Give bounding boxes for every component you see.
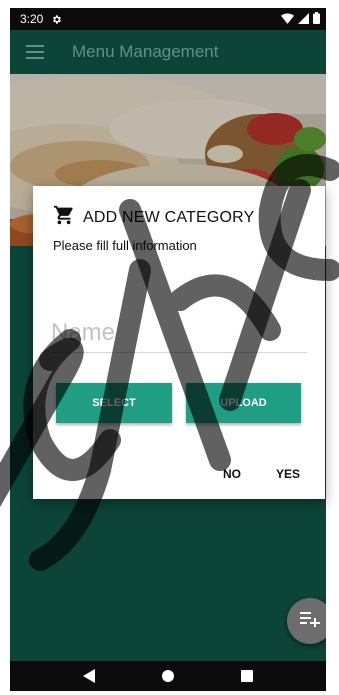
status-icons <box>281 12 320 27</box>
dialog-header: ADD NEW CATEGORY <box>53 204 255 231</box>
gear-icon <box>51 14 62 25</box>
dialog-subtitle: Please fill full information <box>53 238 197 253</box>
battery-icon <box>313 12 320 27</box>
upload-button[interactable]: UPLOAD <box>186 383 301 423</box>
name-input[interactable] <box>51 314 307 353</box>
status-time: 3:20 <box>20 12 44 26</box>
status-bar: 3:20 <box>10 8 326 30</box>
back-icon[interactable] <box>77 664 101 688</box>
wifi-icon <box>281 12 294 27</box>
add-category-dialog: ADD NEW CATEGORY Please fill full inform… <box>33 186 325 499</box>
system-nav-bar <box>10 661 326 691</box>
playlist-add-icon <box>300 611 320 632</box>
signal-icon <box>298 12 309 27</box>
yes-button[interactable]: YES <box>276 467 300 481</box>
cart-icon <box>53 204 75 231</box>
add-category-fab[interactable] <box>287 598 326 644</box>
no-button[interactable]: NO <box>223 467 241 481</box>
recents-icon[interactable] <box>235 664 259 688</box>
home-icon[interactable] <box>156 664 180 688</box>
dialog-title: ADD NEW CATEGORY <box>83 208 255 226</box>
select-button[interactable]: SELECT <box>56 383 172 423</box>
